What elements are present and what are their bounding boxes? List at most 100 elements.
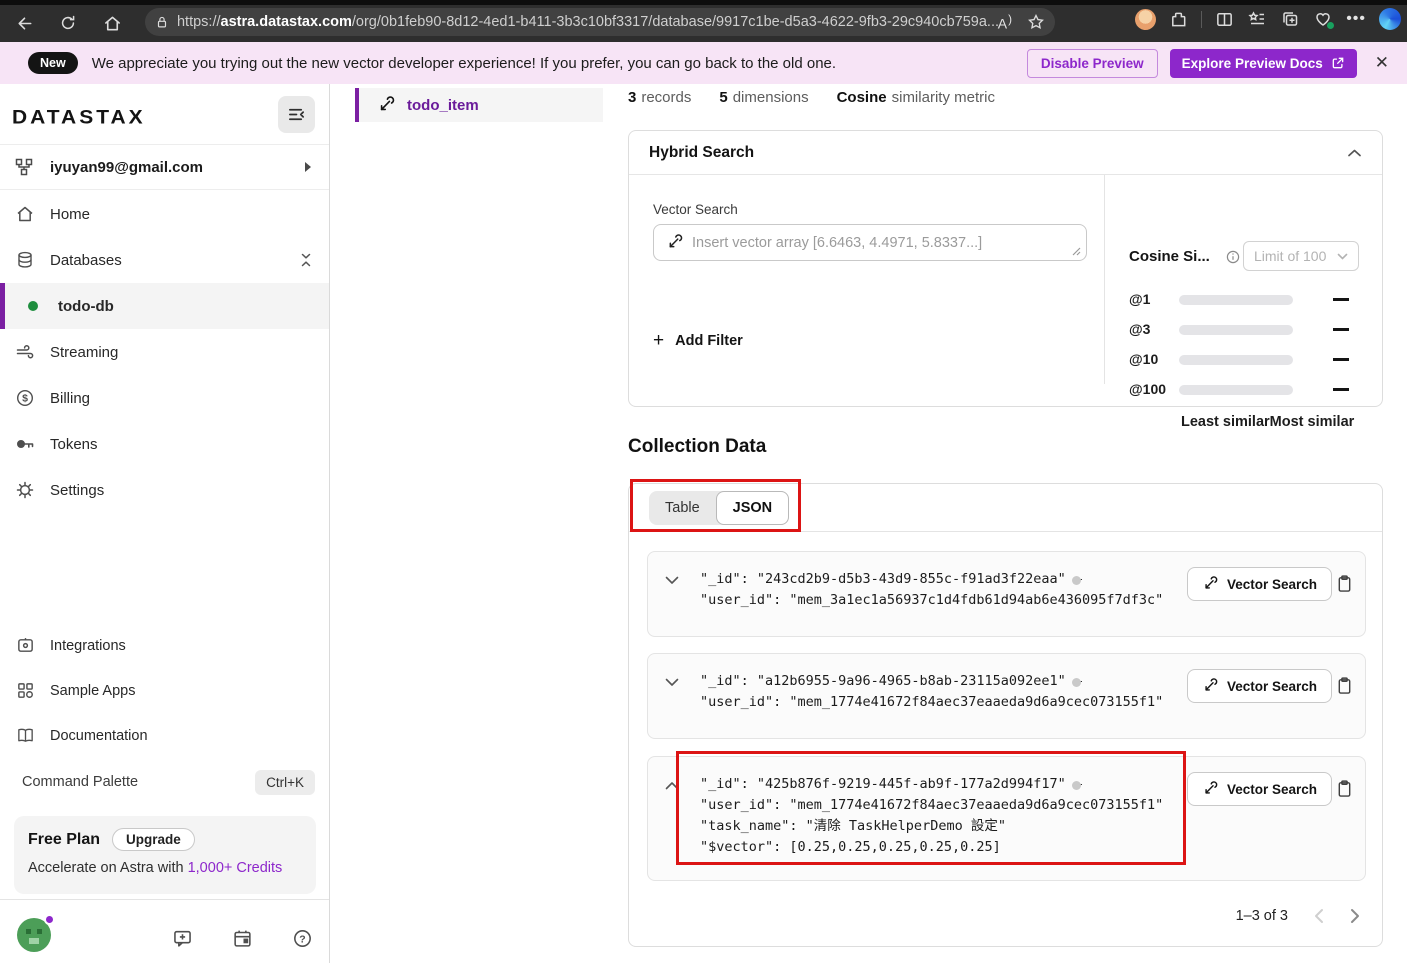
sidebar: DATASTAX iyuyan99@gmail.com Home Databas…: [0, 84, 330, 963]
sidebar-item-sample-apps[interactable]: Sample Apps: [0, 668, 329, 713]
integrations-icon: [14, 636, 36, 655]
sidebar-item-integrations[interactable]: Integrations: [0, 623, 329, 668]
collection-data-panel: Table JSON "_id": "243cd2b9-d5b3-43d9-85…: [628, 483, 1383, 947]
copy-clipboard-icon[interactable]: [1336, 574, 1353, 593]
info-icon[interactable]: [1225, 249, 1241, 265]
sidebar-item-billing[interactable]: $ Billing: [0, 375, 329, 421]
browser-essentials-icon[interactable]: [1313, 9, 1335, 29]
pagination-range: 1–3 of 3: [1235, 908, 1288, 924]
collections-icon[interactable]: [1280, 9, 1300, 29]
toolbar-divider: [1201, 10, 1203, 28]
add-filter-button[interactable]: + Add Filter: [653, 330, 743, 351]
feedback-icon[interactable]: [172, 928, 193, 949]
sidebar-item-databases[interactable]: Databases: [0, 237, 329, 283]
next-page-icon[interactable]: [1350, 908, 1360, 924]
collection-data-title: Collection Data: [628, 436, 767, 457]
read-aloud-icon[interactable]: A): [998, 13, 1013, 32]
vector-search-input[interactable]: [692, 234, 1074, 251]
hybrid-search-title: Hybrid Search: [649, 143, 755, 161]
command-palette-label: Command Palette: [22, 774, 139, 790]
similarity-row-4: @100: [1129, 381, 1349, 397]
sidebar-item-documentation[interactable]: Documentation: [0, 713, 329, 758]
similarity-row-2: @3: [1129, 321, 1349, 337]
similarity-bar: [1179, 295, 1293, 305]
nav-label: todo-db: [58, 297, 114, 315]
similarity-metric-label: Cosine Si...: [1129, 248, 1210, 265]
record-status-dot: [1072, 781, 1081, 790]
datastax-logo: DATASTAX: [12, 106, 146, 129]
home-nav-icon: [14, 204, 36, 224]
sidebar-item-streaming[interactable]: Streaming: [0, 329, 329, 375]
previous-page-icon[interactable]: [1314, 908, 1324, 924]
calendar-icon[interactable]: [232, 928, 253, 949]
nav-label: Databases: [50, 251, 122, 269]
similarity-scale-labels: Least similarMost similar: [1181, 414, 1355, 430]
streaming-icon: [14, 342, 36, 362]
vector-search-button[interactable]: Vector Search: [1187, 772, 1333, 806]
refresh-icon[interactable]: [54, 9, 82, 37]
similarity-value-dash: [1333, 358, 1349, 361]
url-text: https://astra.datastax.com/org/0b1feb90-…: [176, 14, 998, 30]
pagination: 1–3 of 3: [1236, 908, 1360, 924]
view-toggle: Table JSON: [649, 490, 790, 525]
vector-icon: [380, 96, 395, 111]
explore-preview-docs-button[interactable]: Explore Preview Docs: [1169, 48, 1357, 78]
similarity-value-dash: [1333, 328, 1349, 331]
sidebar-footer: ?: [0, 899, 329, 963]
favorites-list-icon[interactable]: [1247, 9, 1267, 29]
collapse-sidebar-button[interactable]: [278, 96, 315, 133]
nav-label: Settings: [50, 481, 105, 499]
copy-clipboard-icon[interactable]: [1336, 779, 1353, 798]
presence-dot: [44, 914, 55, 925]
record-row-1: "_id": "243cd2b9-d5b3-43d9-855c-f91ad3f2…: [647, 551, 1366, 637]
limit-select-value: Limit of 100: [1254, 248, 1327, 264]
help-icon[interactable]: ?: [292, 928, 313, 949]
org-selector[interactable]: iyuyan99@gmail.com: [0, 144, 329, 190]
upgrade-button[interactable]: Upgrade: [112, 828, 195, 851]
expand-record-icon[interactable]: [665, 576, 679, 585]
banner-message: We appreciate you trying out the new vec…: [91, 54, 837, 72]
copilot-icon[interactable]: [1379, 8, 1401, 30]
similarity-bar: [1179, 385, 1293, 395]
vector-search-button-label: Vector Search: [1227, 576, 1318, 592]
collapse-record-icon[interactable]: [665, 781, 679, 790]
external-link-icon: [1332, 57, 1344, 69]
sidebar-item-settings[interactable]: Settings: [0, 467, 329, 513]
vector-search-button[interactable]: Vector Search: [1187, 567, 1333, 601]
sidebar-item-tokens[interactable]: Tokens: [0, 421, 329, 467]
command-palette-shortcut: Ctrl+K: [255, 769, 315, 795]
svg-text:?: ?: [299, 933, 305, 945]
plus-icon: +: [653, 330, 665, 351]
chevron-down-icon: [1337, 253, 1348, 260]
vector-search-label: Vector Search: [653, 202, 738, 217]
vector-search-button[interactable]: Vector Search: [1187, 669, 1333, 703]
toggle-table[interactable]: Table: [649, 491, 716, 525]
more-menu-icon[interactable]: •••: [1346, 10, 1366, 28]
toggle-json[interactable]: JSON: [715, 490, 790, 525]
disable-preview-button[interactable]: Disable Preview: [1026, 48, 1158, 78]
collection-tab-todo-item[interactable]: todo_item: [355, 88, 603, 122]
sidebar-item-todo-db[interactable]: todo-db: [0, 283, 329, 329]
extensions-icon[interactable]: [1169, 10, 1188, 29]
collapse-panel-icon[interactable]: [1347, 148, 1362, 158]
profile-avatar-icon[interactable]: [1135, 8, 1157, 30]
similarity-bar: [1179, 355, 1293, 365]
credits-link[interactable]: 1,000+ Credits: [188, 860, 283, 876]
address-bar[interactable]: https://astra.datastax.com/org/0b1feb90-…: [145, 8, 1055, 36]
resize-grip-icon[interactable]: [1072, 247, 1081, 256]
collapse-databases-icon[interactable]: [299, 252, 313, 268]
org-expand-icon: [303, 161, 313, 173]
sidebar-item-home[interactable]: Home: [0, 191, 329, 237]
limit-select[interactable]: Limit of 100: [1243, 241, 1359, 271]
vector-icon: [1205, 678, 1218, 691]
plan-name: Free Plan: [28, 830, 101, 848]
back-icon[interactable]: [10, 9, 38, 37]
expand-record-icon[interactable]: [665, 678, 679, 687]
split-screen-icon[interactable]: [1215, 10, 1234, 29]
home-icon[interactable]: [98, 9, 126, 37]
window-top-strip: [0, 0, 1407, 5]
banner-close-icon[interactable]: ✕: [1375, 53, 1389, 73]
copy-clipboard-icon[interactable]: [1336, 676, 1353, 695]
command-palette[interactable]: Command Palette Ctrl+K: [0, 758, 329, 806]
favorite-star-icon[interactable]: [1027, 13, 1045, 31]
